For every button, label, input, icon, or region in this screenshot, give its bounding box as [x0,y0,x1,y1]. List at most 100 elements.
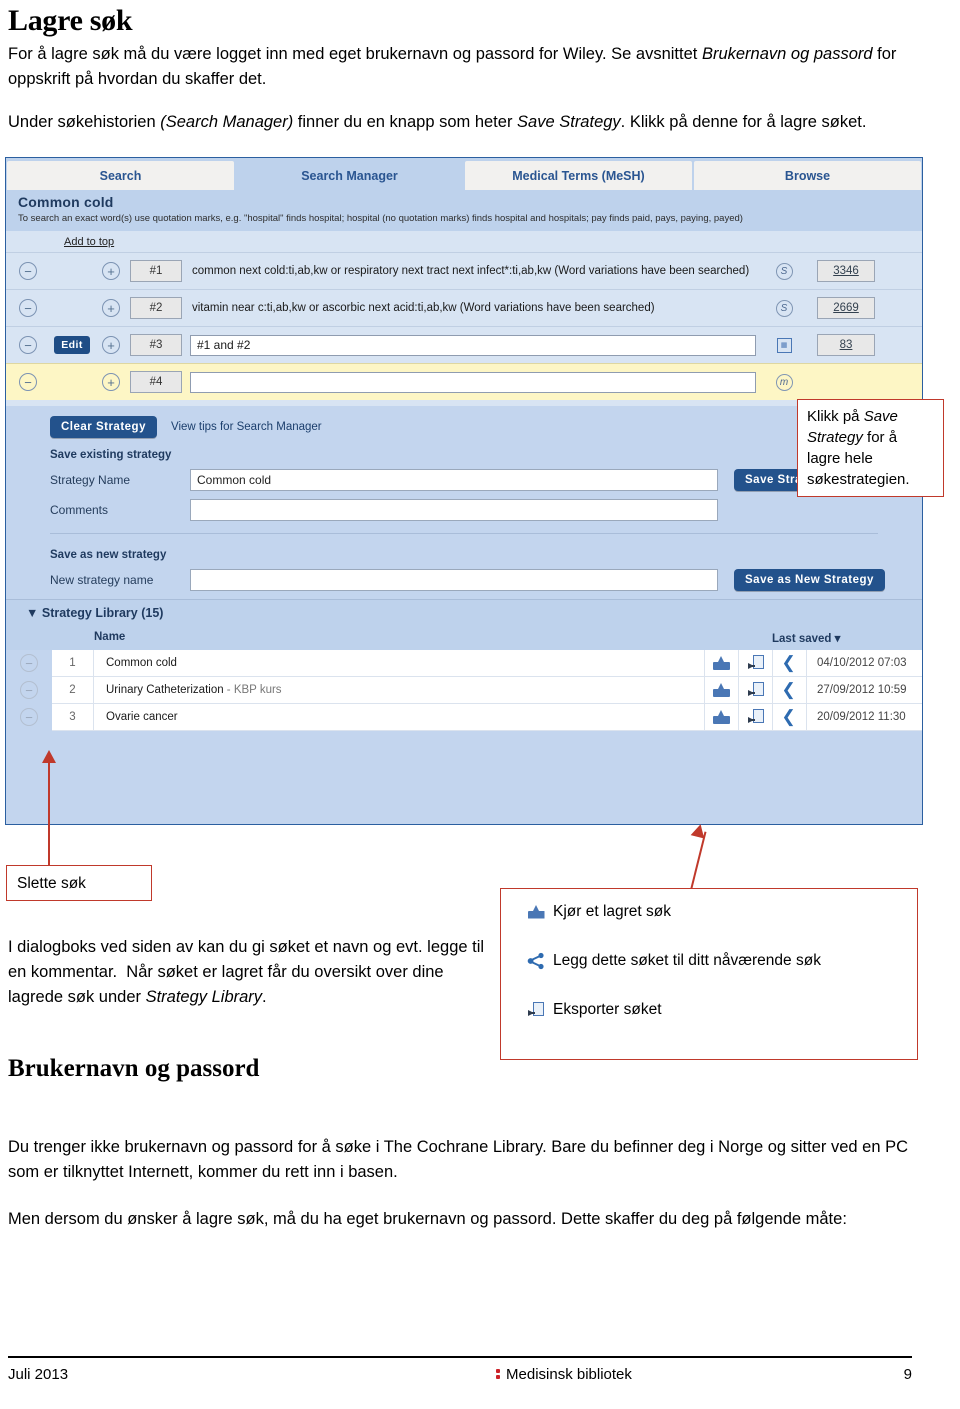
row-3-type-cell: ▦ [764,337,804,353]
plus-circle-icon[interactable]: + [102,373,120,391]
row-4-count-cell [804,371,888,393]
strategy-name[interactable]: Ovarie cancer [94,711,704,723]
export-search-cell[interactable] [738,676,772,704]
strategy-name-input[interactable]: Common cold [190,469,718,491]
add-to-top-link[interactable]: Add to top [6,231,922,252]
library-remove-cell: − [6,676,52,704]
save-as-new-strategy-button[interactable]: Save as New Strategy [734,569,885,591]
run-saved-search-cell[interactable] [704,649,738,677]
row-1-type-cell: S [764,262,804,280]
search-title: Common cold [18,194,114,210]
library-remove-cell: − [6,649,52,677]
strategy-name-row: Strategy Name Common cold Save Strategy [6,465,922,495]
query-row-4: − + #4 m [6,363,922,400]
row-index: 1 [52,649,94,677]
share-icon[interactable]: ❮ [782,708,798,725]
plus-circle-icon[interactable]: + [102,336,120,354]
legend-item-run: Kjør et lagret søk [519,901,907,922]
run-saved-search-cell[interactable] [704,676,738,704]
view-tips-link[interactable]: View tips for Search Manager [171,421,322,433]
clear-strategy-button[interactable]: Clear Strategy [50,416,157,438]
new-strategy-name-label: New strategy name [50,573,154,587]
remove-row-2-cell: − [6,299,50,317]
strategy-name-suffix: - KBP kurs [223,684,282,696]
s-circle-icon[interactable]: S [775,299,793,317]
minus-circle-icon[interactable]: − [19,299,37,317]
inbox-download-icon[interactable] [713,710,730,724]
inbox-download-icon[interactable] [713,683,730,697]
panel-divider [50,533,878,534]
result-count-1[interactable]: 3346 [817,260,875,282]
minus-circle-icon[interactable]: − [19,262,37,280]
export-document-icon[interactable] [747,655,764,671]
tab-search-manager[interactable]: Search Manager [236,161,463,190]
comments-input[interactable] [190,499,718,521]
callout-icon-legend: Kjør et lagret søk Legg dette søket til … [500,888,918,1060]
tab-browse[interactable]: Browse [694,161,921,190]
query-input-4[interactable] [190,371,756,393]
minus-circle-icon[interactable]: − [19,336,37,354]
column-last-saved[interactable]: Last saved ▾ [772,631,922,645]
row-number-2: #2 [130,297,182,319]
tab-search[interactable]: Search [7,161,234,190]
footer-date: Juli 2013 [8,1366,69,1383]
row-2-count-cell: 2669 [804,297,888,319]
query-text-2: vitamin near c:ti,ab,kw or ascorbic next… [192,301,655,314]
strategy-library-columns: Name Last saved ▾ [6,626,922,650]
m-circle-icon[interactable]: m [775,373,793,391]
strategy-name[interactable]: Common cold [94,657,704,669]
share-icon [519,952,553,970]
strategy-name[interactable]: Urinary Catheterization - KBP kurs [94,684,704,696]
row-number-4: #4 [130,371,182,393]
row-number-1: #1 [130,260,182,282]
minus-circle-icon[interactable]: − [20,681,38,699]
edit-button[interactable]: Edit [54,336,90,354]
page-root: Lagre søk For å lagre søk må du være log… [0,0,960,1409]
search-band: Common cold To search an exact word(s) u… [6,190,922,231]
minus-circle-icon[interactable]: − [19,373,37,391]
s-circle-icon[interactable]: S [775,262,793,280]
row-index: 3 [52,703,94,731]
legend-item-export: Eksporter søket [519,999,907,1020]
query-row-1: − + #1 common next cold:ti,ab,kw or resp… [6,252,922,289]
strategy-library-table: Name Last saved ▾ − 1 Common cold ❮ 04/1… [6,626,922,739]
inbox-download-icon[interactable] [713,656,730,670]
new-strategy-row: New strategy name Save as New Strategy [6,565,922,595]
plus-circle-icon[interactable]: + [102,299,120,317]
share-icon[interactable]: ❮ [782,681,798,698]
callout-slette-sok: Slette søk [6,865,152,901]
minus-circle-icon[interactable]: − [20,708,38,726]
share-search-cell[interactable]: ❮ [772,703,806,731]
share-icon[interactable]: ❮ [782,654,798,671]
arrow-head-slette [42,750,56,763]
collapse-triangle-icon[interactable]: ▼ [26,606,38,620]
row-number-3: #3 [130,334,182,356]
add-row-2-cell: + [94,299,128,317]
tab-medical-terms[interactable]: Medical Terms (MeSH) [465,161,692,190]
result-count-2[interactable]: 2669 [817,297,875,319]
sort-caret-icon[interactable]: ▾ [835,633,841,645]
search-hint: To search an exact word(s) use quotation… [18,213,743,224]
grid-icon[interactable]: ▦ [776,337,792,353]
minus-circle-icon[interactable]: − [20,654,38,672]
table-row: − 1 Common cold ❮ 04/10/2012 07:03 [6,649,922,677]
strategy-library-header[interactable]: ▼ Strategy Library (15) [6,599,922,626]
run-saved-search-cell[interactable] [704,703,738,731]
edit-slot-3: Edit [50,336,94,354]
export-document-icon[interactable] [747,682,764,698]
query-input-3[interactable]: #1 and #2 [190,334,756,356]
result-count-3[interactable]: 83 [817,334,875,356]
share-search-cell[interactable]: ❮ [772,649,806,677]
new-strategy-name-input[interactable] [190,569,718,591]
plus-circle-icon[interactable]: + [102,262,120,280]
last-saved-value: 27/09/2012 10:59 [806,676,922,704]
table-row: − 2 Urinary Catheterization - KBP kurs ❮… [6,676,922,704]
export-search-cell[interactable] [738,649,772,677]
export-document-icon [519,1001,553,1018]
export-document-icon[interactable] [747,709,764,725]
comments-label: Comments [50,503,109,517]
share-search-cell[interactable]: ❮ [772,676,806,704]
library-logo-icon [496,1368,501,1381]
remove-row-3-cell: − [6,336,50,354]
export-search-cell[interactable] [738,703,772,731]
